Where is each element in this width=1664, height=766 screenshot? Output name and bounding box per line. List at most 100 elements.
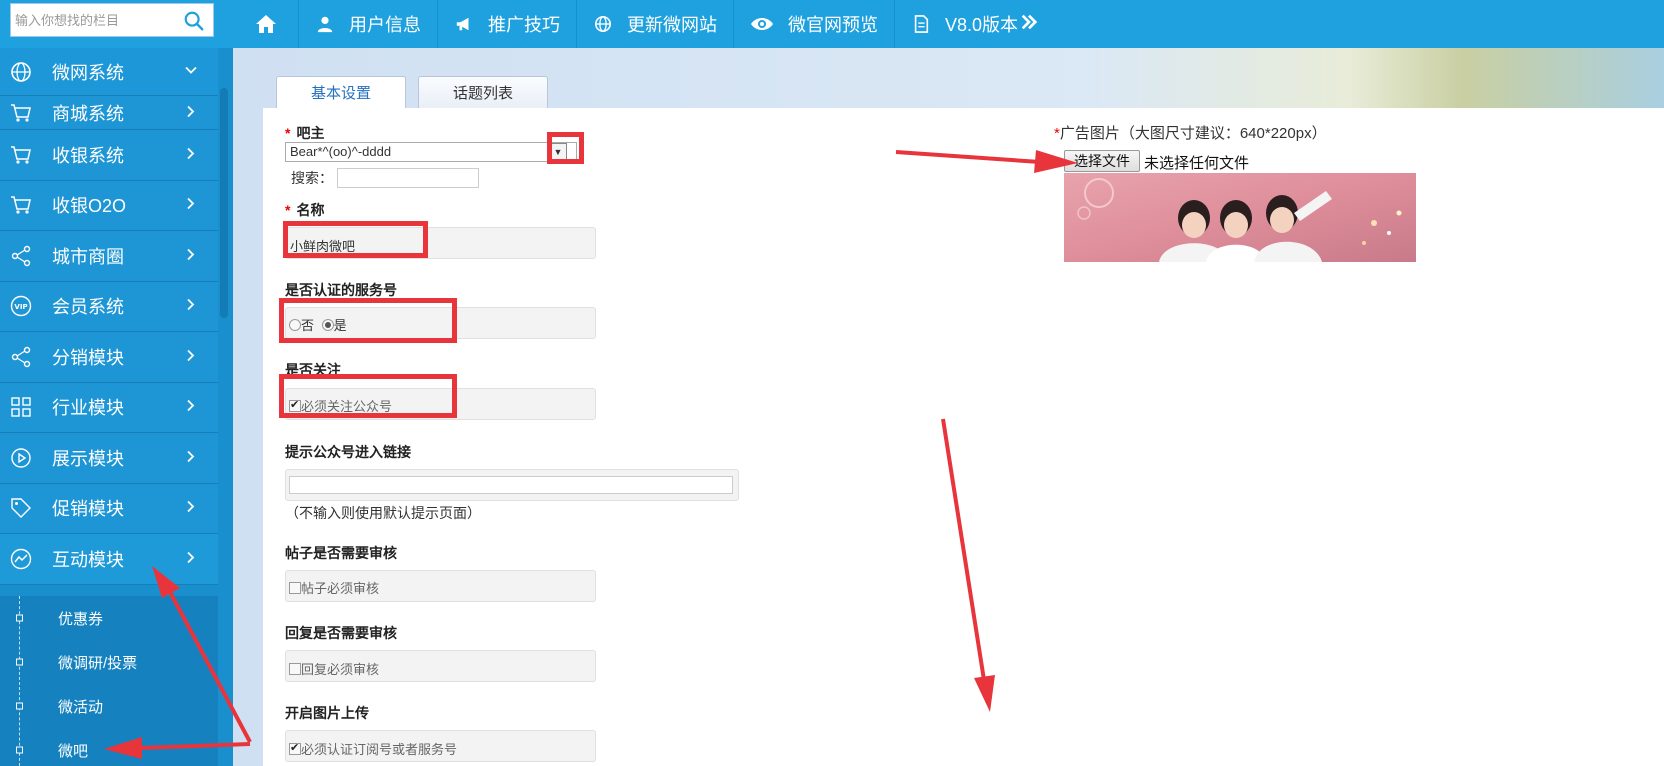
name-label: * 名称	[285, 202, 325, 218]
submenu-item-weiba[interactable]: 微吧	[0, 728, 218, 766]
sidebar-item-interactive[interactable]: 互动模块	[0, 534, 218, 585]
post-review-option: 帖子必须审核	[289, 578, 379, 597]
sidebar-item-label: 促销模块	[52, 499, 124, 520]
certified-label: 是否认证的服务号	[285, 282, 397, 298]
chevron-right-icon	[184, 498, 198, 519]
globe-icon	[10, 61, 32, 83]
sidebar-item-city-circle[interactable]: 城市商圈	[0, 231, 218, 282]
link-label: 提示公众号进入链接	[285, 444, 411, 460]
sidebar-item-label: 微网系统	[52, 62, 124, 83]
highlight-box-dropdown	[547, 132, 584, 164]
image-upload-checkbox[interactable]	[289, 741, 301, 755]
user-icon	[315, 14, 335, 34]
sidebar: 微网系统 商城系统 收银系统 收银O2O 城市商圈 VIP 会员系统 分销模块 …	[0, 48, 233, 766]
sidebar-item-label: 分销模块	[52, 347, 124, 368]
sidebar-scrollbar[interactable]	[220, 88, 228, 318]
chevron-down-icon	[184, 61, 198, 82]
reply-review-option: 回复必须审核	[289, 659, 379, 678]
ad-image-label: *广告图片（大图尺寸建议：640*220px）	[1054, 125, 1327, 142]
sidebar-menu: 微网系统 商城系统 收银系统 收银O2O 城市商圈 VIP 会员系统 分销模块 …	[0, 48, 218, 585]
chevron-right-icon	[184, 296, 198, 317]
reply-review-checkbox[interactable]	[289, 663, 301, 675]
sidebar-item-cashier-o2o[interactable]: 收银O2O	[0, 180, 218, 231]
tab-topic-list[interactable]: 话题列表	[418, 76, 549, 108]
tag-icon	[10, 497, 32, 519]
post-review-checkbox[interactable]	[289, 582, 301, 594]
owner-select[interactable]: Bear*^(oo)^-dddd	[285, 142, 577, 162]
share-icon	[10, 245, 32, 267]
nav-update-site[interactable]: 更新微网站	[577, 0, 734, 48]
nav-home[interactable]	[236, 0, 299, 48]
nav-user-info[interactable]: 用户信息	[299, 0, 438, 48]
chart-icon	[10, 548, 32, 570]
submenu-item-label: 微活动	[58, 698, 104, 716]
submenu-item-label: 微吧	[58, 742, 89, 760]
nav-label: V8.0版本	[945, 15, 1019, 35]
image-upload-option: 必须认证订阅号或者服务号	[289, 739, 457, 758]
sidebar-item-shop[interactable]: 商城系统	[0, 96, 218, 130]
submenu-item-label: 微调研/投票	[58, 654, 138, 672]
owner-label: * 吧主	[285, 125, 325, 141]
tab-basic-settings[interactable]: 基本设置	[276, 76, 407, 108]
sidebar-item-industry[interactable]: 行业模块	[0, 382, 218, 433]
sidebar-item-member[interactable]: VIP 会员系统	[0, 281, 218, 332]
search-icon[interactable]	[183, 10, 205, 32]
submenu-item-activity[interactable]: 微活动	[0, 684, 218, 728]
svg-text:VIP: VIP	[14, 303, 27, 311]
menu-search-box	[10, 3, 214, 37]
document-icon	[911, 14, 931, 34]
sidebar-item-label: 收银O2O	[52, 196, 127, 217]
tree-node-icon	[16, 746, 23, 754]
sidebar-item-label: 展示模块	[52, 448, 124, 469]
sidebar-item-label: 会员系统	[52, 297, 124, 318]
submenu-item-label: 优惠券	[58, 610, 104, 628]
top-bar: 用户信息 推广技巧 更新微网站 微官网预览 V8.0版本	[0, 0, 1664, 48]
file-status: 未选择任何文件	[1144, 155, 1250, 172]
sidebar-item-label: 商城系统	[52, 103, 124, 124]
vip-icon: VIP	[10, 295, 32, 317]
tab-bar: 基本设置 话题列表	[276, 76, 560, 108]
chevron-right-icon	[184, 144, 198, 165]
cart-icon	[10, 144, 32, 166]
top-nav: 用户信息 推广技巧 更新微网站 微官网预览 V8.0版本	[236, 0, 1054, 48]
sidebar-item-display[interactable]: 展示模块	[0, 433, 218, 484]
owner-search-input[interactable]	[337, 168, 479, 188]
nav-version[interactable]: V8.0版本	[895, 0, 1054, 48]
link-input[interactable]	[289, 476, 733, 494]
sidebar-item-cashier[interactable]: 收银系统	[0, 130, 218, 181]
globe-icon	[593, 14, 613, 34]
sidebar-submenu: 优惠券 微调研/投票 微活动 微吧	[0, 596, 218, 766]
nav-site-preview[interactable]: 微官网预览	[734, 0, 895, 48]
highlight-box-certified	[279, 298, 457, 343]
chevron-right-icon	[184, 102, 198, 123]
ad-image-preview	[1064, 173, 1416, 262]
nav-label: 用户信息	[349, 15, 421, 35]
menu-search-input[interactable]	[15, 8, 183, 32]
owner-search-label: 搜索：	[291, 170, 333, 186]
highlight-box-follow	[279, 374, 457, 418]
tree-node-icon	[16, 658, 23, 666]
grid-icon	[10, 396, 32, 418]
chevron-right-icon	[184, 195, 198, 216]
sidebar-item-promotion[interactable]: 促销模块	[0, 483, 218, 534]
nav-promo-tips[interactable]: 推广技巧	[438, 0, 577, 48]
submenu-item-coupon[interactable]: 优惠券	[0, 596, 218, 640]
cart-icon	[10, 102, 32, 124]
cart-icon	[10, 194, 32, 216]
chevron-right-icon	[184, 548, 198, 569]
link-hint: （不输入则使用默认提示页面）	[285, 505, 481, 521]
chevron-right-icon	[184, 245, 198, 266]
sidebar-item-distribution[interactable]: 分销模块	[0, 332, 218, 383]
nav-label: 微官网预览	[788, 15, 878, 35]
post-review-label: 帖子是否需要审核	[285, 545, 397, 561]
highlight-box-name	[283, 221, 428, 258]
image-upload-label: 开启图片上传	[285, 705, 369, 721]
choose-file-button[interactable]: 选择文件	[1064, 150, 1140, 172]
share-icon	[10, 346, 32, 368]
submenu-item-survey[interactable]: 微调研/投票	[0, 640, 218, 684]
sidebar-item-weiwang[interactable]: 微网系统	[0, 48, 218, 96]
sidebar-item-label: 行业模块	[52, 398, 124, 419]
chevron-right-icon	[184, 346, 198, 367]
home-icon	[254, 12, 278, 36]
chevron-right-icon	[184, 447, 198, 468]
